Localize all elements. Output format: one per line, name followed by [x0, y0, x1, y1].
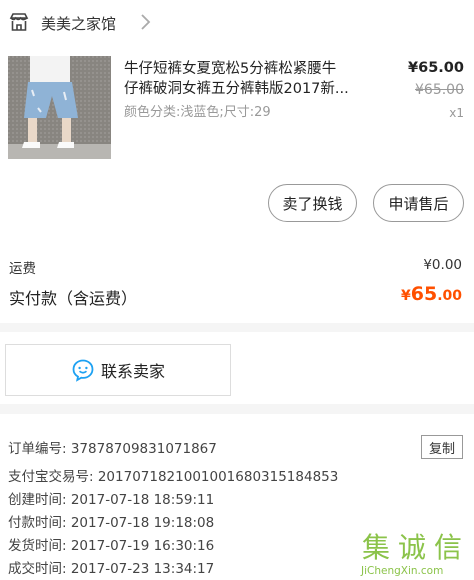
alipay-trade-number: 支付宝交易号: 2017071821001001680315184853: [8, 469, 339, 485]
product-item[interactable]: 牛仔短裤女夏宽松5分裤松紧腰牛 仔裤破洞女裤五分裤韩版2017新... 颜色分类…: [0, 46, 474, 181]
product-price: ¥65.00: [408, 60, 464, 76]
watermark-chars: 集 诚 信: [358, 532, 466, 564]
shipping-value: ¥0.00: [423, 257, 462, 273]
paid-integer: 65: [410, 283, 438, 305]
product-title[interactable]: 牛仔短裤女夏宽松5分裤松紧腰牛 仔裤破洞女裤五分裤韩版2017新...: [124, 59, 374, 99]
chat-bubble-smile-icon: [72, 359, 94, 382]
watermark-url: JiChengXin.com: [361, 565, 444, 577]
paid-time: 付款时间: 2017-07-18 19:18:08: [8, 515, 215, 531]
product-sku: 颜色分类:浅蓝色;尺寸:29: [124, 105, 271, 120]
resell-button[interactable]: 卖了换钱: [268, 184, 357, 222]
paid-amount: ¥65.00: [401, 283, 462, 305]
completed-time: 成交时间: 2017-07-23 13:34:17: [8, 561, 215, 577]
contact-section: 联系卖家: [0, 332, 474, 404]
watermark-char: 集: [361, 531, 390, 564]
product-thumbnail[interactable]: [8, 56, 111, 159]
chevron-right-icon: [141, 14, 151, 30]
product-quantity: x1: [449, 106, 464, 120]
shipping-label: 运费: [9, 261, 36, 277]
product-photo-icon: [8, 56, 111, 159]
copy-button[interactable]: 复制: [421, 435, 463, 459]
watermark-char: 信: [433, 531, 462, 564]
product-original-price: ¥65.00: [415, 82, 464, 98]
product-title-line1: 牛仔短裤女夏宽松5分裤松紧腰牛: [124, 61, 337, 77]
store-icon: [9, 13, 29, 31]
contact-seller-label: 联系卖家: [100, 362, 165, 381]
store-header[interactable]: 美美之家馆: [0, 0, 474, 46]
watermark-logo: 集 诚 信 JiChengXin.com: [355, 532, 474, 580]
order-number: 订单编号: 37878709831071867: [8, 441, 217, 457]
paid-label: 实付款（含运费）: [9, 289, 138, 308]
contact-seller-button[interactable]: 联系卖家: [5, 344, 231, 396]
paid-currency: ¥: [400, 288, 411, 304]
after-sale-button[interactable]: 申请售后: [373, 184, 464, 222]
product-title-line2: 仔裤破洞女裤五分裤韩版2017新...: [124, 81, 349, 97]
order-summary: 运费 ¥0.00 实付款（含运费） ¥65.00: [0, 245, 474, 323]
order-actions: 卖了换钱 申请售后: [0, 181, 474, 245]
created-time: 创建时间: 2017-07-18 18:59:11: [8, 492, 215, 508]
watermark-char: 诚: [397, 531, 426, 564]
shipped-time: 发货时间: 2017-07-19 16:30:16: [8, 538, 215, 554]
store-name[interactable]: 美美之家馆: [41, 13, 116, 34]
paid-decimal: .00: [437, 288, 462, 304]
